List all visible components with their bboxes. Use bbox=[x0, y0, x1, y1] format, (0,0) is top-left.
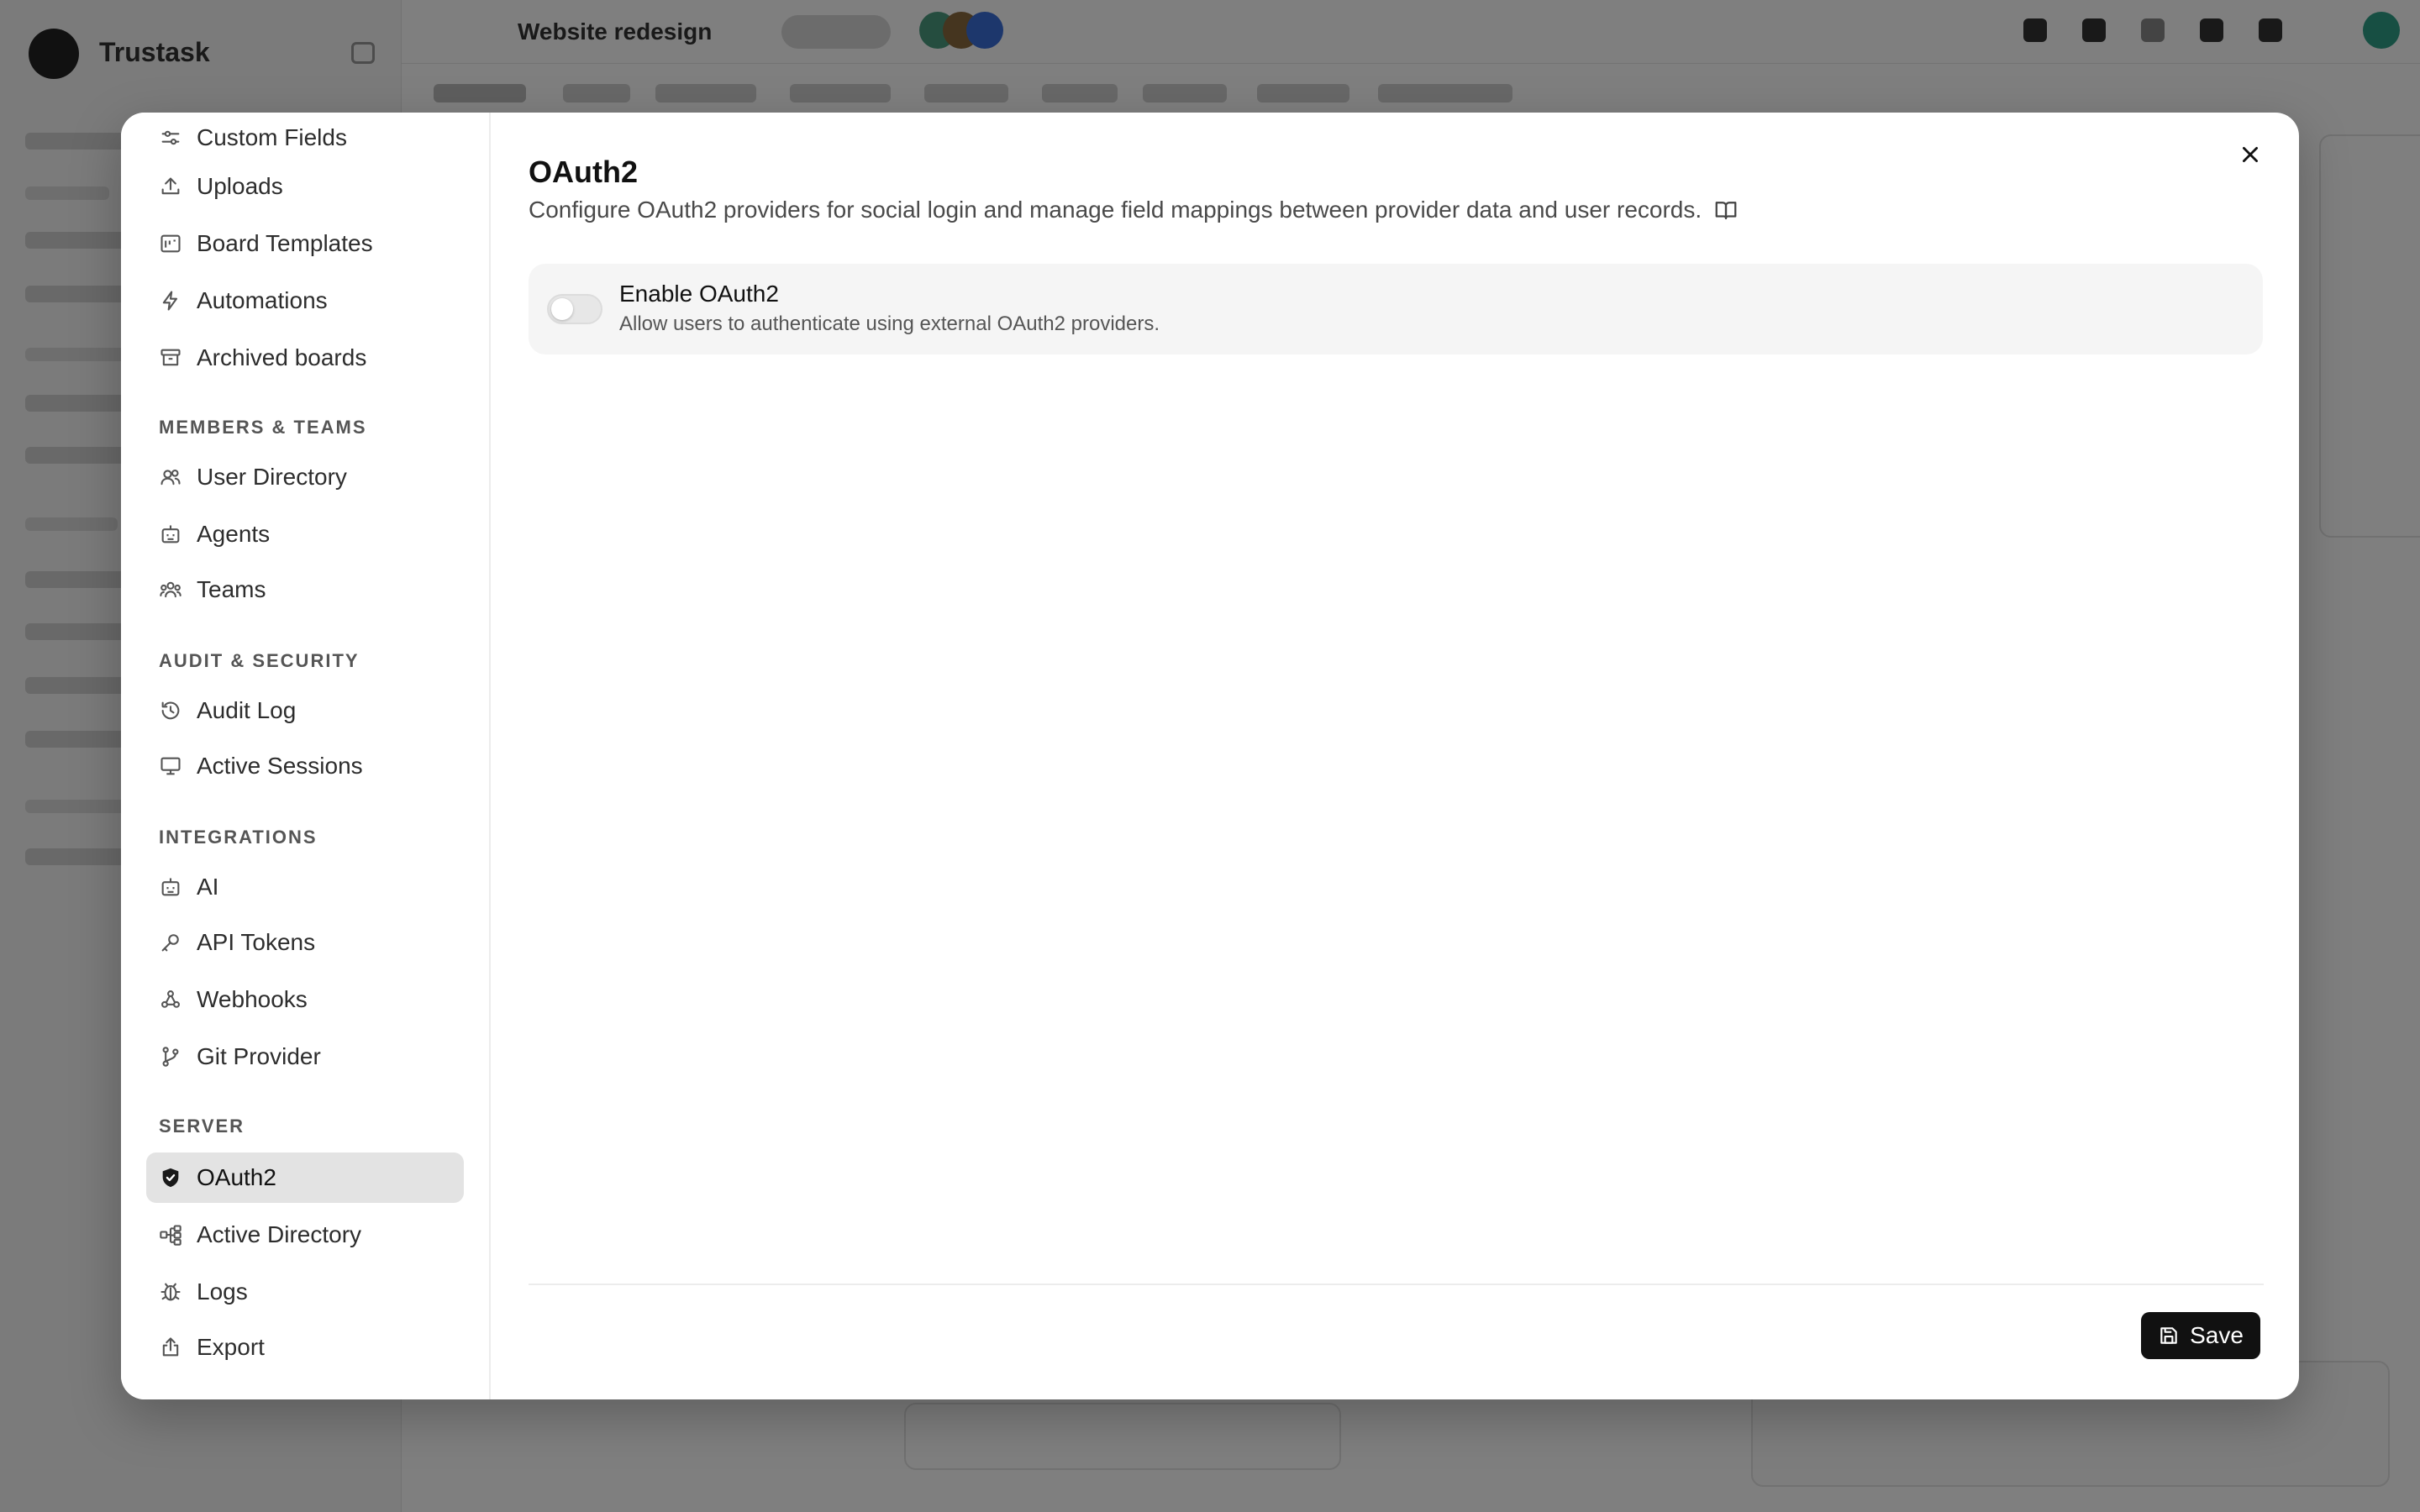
nav-label: Archived boards bbox=[197, 344, 367, 370]
nav-label: Logs bbox=[197, 1278, 248, 1305]
nav-label: Custom Fields bbox=[197, 124, 347, 150]
nav-label: Active Directory bbox=[197, 1221, 362, 1247]
nav-label: Teams bbox=[197, 576, 266, 602]
nav-item-agents[interactable]: Agents bbox=[146, 509, 464, 559]
nav-item-automations[interactable]: Automations bbox=[146, 276, 464, 326]
page-title: OAuth2 bbox=[529, 155, 638, 189]
nav-item-export[interactable]: Export bbox=[146, 1322, 464, 1373]
nav-label: API Tokens bbox=[197, 929, 316, 955]
nav-label: Board Templates bbox=[197, 230, 373, 256]
nav-item-git-provider[interactable]: Git Provider bbox=[146, 1032, 464, 1082]
settings-content: OAuth2 Configure OAuth2 providers for so… bbox=[491, 113, 2299, 1399]
webhook-icon bbox=[158, 987, 183, 1012]
users-icon bbox=[158, 465, 183, 490]
history-icon bbox=[158, 698, 183, 723]
sliders-icon bbox=[158, 125, 183, 150]
toggle-knob bbox=[551, 298, 573, 320]
bot-icon bbox=[158, 874, 183, 900]
section-label-audit-security: AUDIT & SECURITY bbox=[159, 650, 360, 671]
bug-icon bbox=[158, 1279, 183, 1305]
setting-subtitle: Allow users to authenticate using extern… bbox=[619, 312, 1160, 335]
nav-label: AI bbox=[197, 874, 219, 900]
save-button[interactable]: Save bbox=[2141, 1312, 2260, 1359]
lightning-icon bbox=[158, 288, 183, 313]
nav-item-board-templates[interactable]: Board Templates bbox=[146, 218, 464, 269]
settings-modal: Custom Fields Uploads Board Templates Au… bbox=[121, 113, 2299, 1399]
upload-icon bbox=[158, 174, 183, 199]
enable-oauth2-card: Enable OAuth2 Allow users to authenticat… bbox=[529, 264, 2263, 354]
nav-label: Agents bbox=[197, 521, 271, 547]
save-icon bbox=[2158, 1325, 2180, 1347]
nav-label: Automations bbox=[197, 287, 328, 313]
book-icon[interactable] bbox=[1713, 197, 1739, 223]
team-icon bbox=[158, 577, 183, 602]
nav-item-active-directory[interactable]: Active Directory bbox=[146, 1210, 464, 1260]
nav-item-logs[interactable]: Logs bbox=[146, 1267, 464, 1317]
nav-label: Active Sessions bbox=[197, 753, 363, 779]
archive-icon bbox=[158, 345, 183, 370]
template-icon bbox=[158, 231, 183, 256]
nav-item-uploads[interactable]: Uploads bbox=[146, 161, 464, 212]
enable-oauth2-toggle[interactable] bbox=[547, 294, 602, 324]
section-label-server: SERVER bbox=[159, 1116, 245, 1137]
setting-title: Enable OAuth2 bbox=[619, 281, 779, 307]
shield-check-icon bbox=[158, 1165, 183, 1190]
monitor-icon bbox=[158, 753, 183, 779]
nav-label: Git Provider bbox=[197, 1043, 321, 1069]
nav-label: Webhooks bbox=[197, 986, 308, 1012]
nav-item-api-tokens[interactable]: API Tokens bbox=[146, 917, 464, 968]
page-description-text: Configure OAuth2 providers for social lo… bbox=[529, 197, 1702, 223]
git-branch-icon bbox=[158, 1044, 183, 1069]
nav-label: Uploads bbox=[197, 173, 283, 199]
nav-item-teams[interactable]: Teams bbox=[146, 564, 464, 615]
nav-item-user-directory[interactable]: User Directory bbox=[146, 452, 464, 502]
nav-item-audit-log[interactable]: Audit Log bbox=[146, 685, 464, 736]
footer-divider bbox=[529, 1284, 2264, 1285]
nav-item-custom-fields[interactable]: Custom Fields bbox=[146, 113, 464, 163]
close-icon bbox=[2239, 144, 2261, 170]
bot-icon bbox=[158, 522, 183, 547]
page-description: Configure OAuth2 providers for social lo… bbox=[529, 197, 1739, 223]
nav-label: OAuth2 bbox=[197, 1164, 276, 1190]
save-label: Save bbox=[2190, 1322, 2244, 1348]
close-button[interactable] bbox=[2227, 133, 2274, 180]
settings-sidebar: Custom Fields Uploads Board Templates Au… bbox=[121, 113, 491, 1399]
nav-label: Export bbox=[197, 1334, 265, 1360]
section-label-members-teams: MEMBERS & TEAMS bbox=[159, 417, 367, 438]
nav-label: User Directory bbox=[197, 464, 347, 490]
key-icon bbox=[158, 930, 183, 955]
network-icon bbox=[158, 1222, 183, 1247]
nav-item-archived-boards[interactable]: Archived boards bbox=[146, 333, 464, 383]
nav-item-webhooks[interactable]: Webhooks bbox=[146, 974, 464, 1025]
section-label-integrations: INTEGRATIONS bbox=[159, 827, 318, 848]
nav-item-ai[interactable]: AI bbox=[146, 862, 464, 912]
nav-item-active-sessions[interactable]: Active Sessions bbox=[146, 741, 464, 791]
export-icon bbox=[158, 1335, 183, 1360]
nav-label: Audit Log bbox=[197, 697, 297, 723]
nav-item-oauth2[interactable]: OAuth2 bbox=[146, 1152, 464, 1203]
